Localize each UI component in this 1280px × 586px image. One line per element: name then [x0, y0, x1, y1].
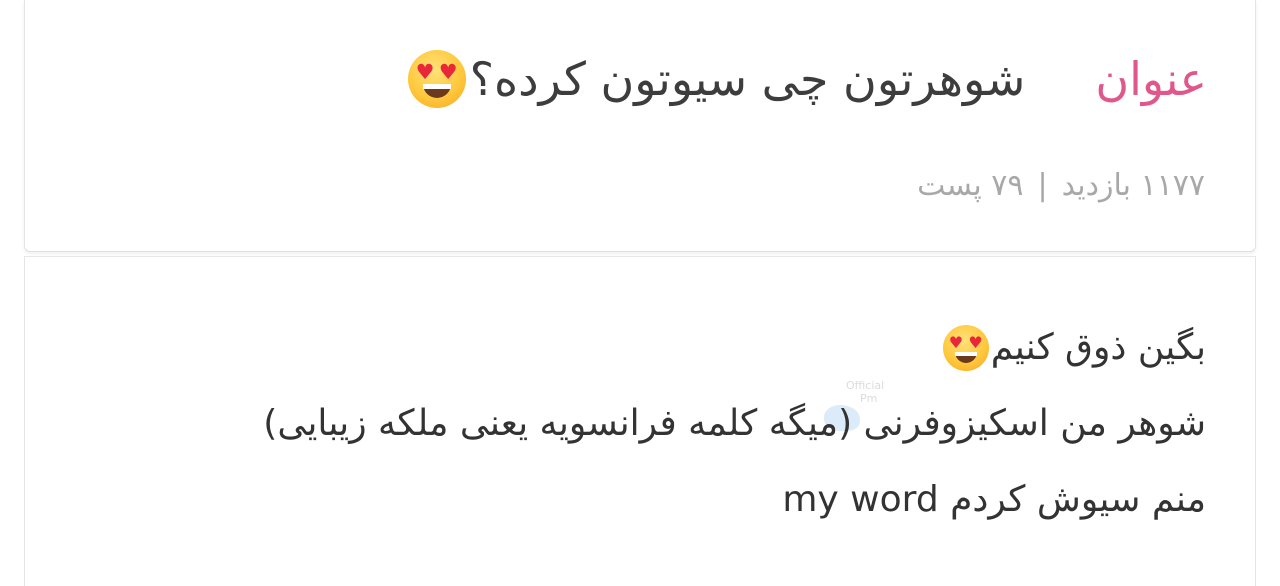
- post-line-2-text: شوهر من اسکیزوفرنی (میگه کلمه فرانسویه ی…: [263, 403, 1206, 444]
- topic-stats: ۱۱۷۷ بازدید | ۷۹ پست: [917, 168, 1205, 203]
- post-line-3: منم سیوش کردم my word: [263, 462, 1206, 538]
- heart-eye-left-icon: ♥: [415, 60, 435, 84]
- heart-eye-left-icon: ♥: [948, 333, 964, 352]
- topic-title-text: شوهرتون چی سیوتون کرده؟: [469, 52, 1026, 106]
- view-count: ۱۱۷۷ بازدید: [1061, 168, 1205, 203]
- heart-eye-right-icon: ♥: [968, 333, 983, 352]
- title-label: عنوان: [1095, 52, 1207, 106]
- post-line-2: شوهر من اسکیزوفرنی (میگه کلمه فرانسویه ی…: [263, 386, 1206, 462]
- topic-header-card: عنوان شوهرتون چی سیوتون کرده؟ ♥ ♥ ۱۱۷۷ ب…: [24, 0, 1256, 252]
- post-line-1: بگین ذوق کنیم ♥ ♥: [263, 310, 1206, 386]
- topic-title[interactable]: شوهرتون چی سیوتون کرده؟ ♥ ♥: [407, 50, 1026, 108]
- post-content: بگین ذوق کنیم ♥ ♥ شوهر من اسکیزوفرنی (می…: [263, 310, 1206, 538]
- post-line-3-text: منم سیوش کردم my word: [782, 479, 1206, 520]
- heart-eyes-emoji-icon: ♥ ♥: [942, 325, 989, 371]
- page: عنوان شوهرتون چی سیوتون کرده؟ ♥ ♥ ۱۱۷۷ ب…: [0, 0, 1280, 586]
- post-line-1-text: بگین ذوق کنیم: [990, 327, 1206, 368]
- emoji-mouth: [954, 352, 977, 363]
- topic-title-row: عنوان شوهرتون چی سیوتون کرده؟ ♥ ♥: [65, 50, 1207, 108]
- post-count: ۷۹ پست: [917, 168, 1024, 203]
- emoji-mouth: [422, 84, 451, 98]
- heart-eyes-emoji-icon: ♥ ♥: [407, 50, 466, 108]
- heart-eye-right-icon: ♥: [438, 60, 458, 84]
- stats-separator: |: [1037, 168, 1048, 203]
